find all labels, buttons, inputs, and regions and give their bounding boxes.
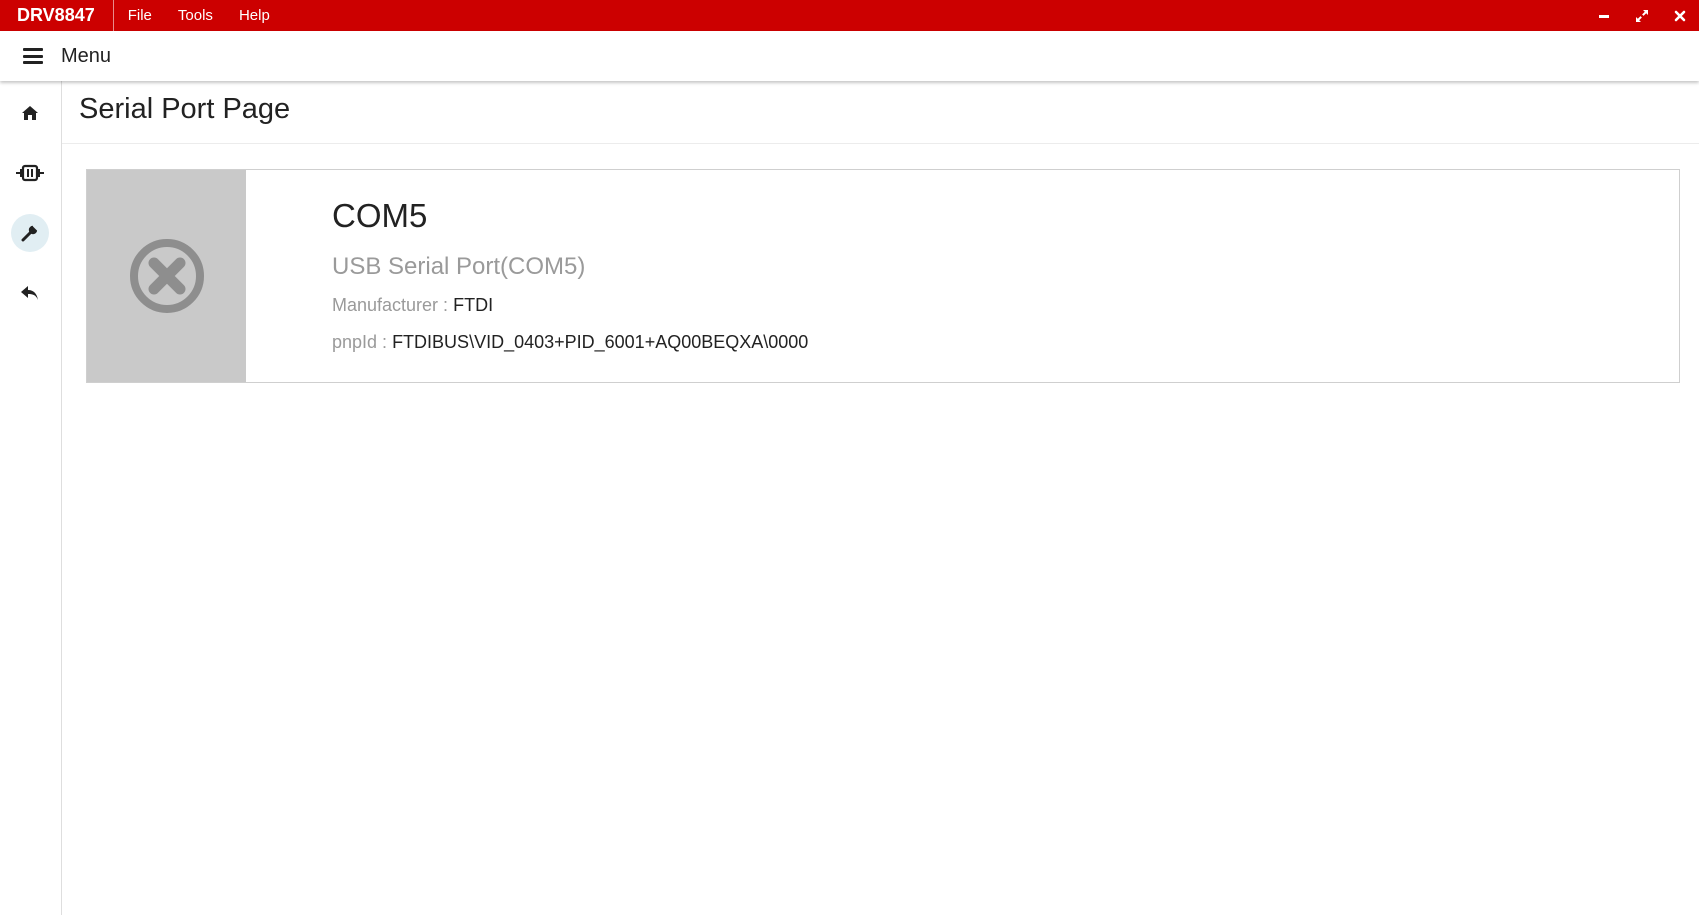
app-title: DRV8847 [0,0,114,31]
page-title: Serial Port Page [79,93,291,125]
port-description: USB Serial Port(COM5) [332,253,586,280]
manufacturer-label: Manufacturer : [332,295,449,315]
home-icon [22,106,38,120]
pnpid-value: FTDIBUS\VID_0403+PID_6001+AQ00BEQXA\0000 [392,332,809,352]
back-icon [21,286,38,300]
sidebar-motor-button[interactable] [11,154,49,192]
pnpid-label: pnpId : [332,332,388,352]
serial-port-card[interactable]: COM5 USB Serial Port(COM5) Manufacturer … [86,169,1680,383]
close-icon [1674,10,1686,21]
menu-help[interactable]: Help [239,7,270,24]
minimize-button[interactable] [1585,0,1623,31]
manufacturer-row: Manufacturer : FTDI [332,295,493,316]
motor-icon [16,164,44,182]
title-bar: DRV8847 File Tools Help [0,0,1699,31]
menu-bar: Menu [0,31,1699,81]
manufacturer-value: FTDI [453,295,494,315]
menu-file[interactable]: File [128,7,152,24]
close-circle-icon [129,239,204,313]
menu-tools[interactable]: Tools [178,7,213,24]
minimize-icon [1599,14,1609,18]
port-name: COM5 [332,197,428,234]
sidebar-tools-button[interactable] [11,214,49,252]
sidebar-home-button[interactable] [11,94,49,132]
sidebar [0,81,62,915]
pnpid-row: pnpId : FTDIBUS\VID_0403+PID_6001+AQ00BE… [332,332,808,353]
sidebar-back-button[interactable] [11,274,49,312]
window-controls [1585,0,1699,31]
hamburger-icon[interactable] [23,48,43,64]
maximize-icon [1636,9,1648,22]
close-button[interactable] [1661,0,1699,31]
wrench-icon [21,224,39,242]
port-status-thumb [87,170,246,382]
maximize-button[interactable] [1623,0,1661,31]
menu-label[interactable]: Menu [61,45,111,68]
page-divider [62,143,1699,144]
